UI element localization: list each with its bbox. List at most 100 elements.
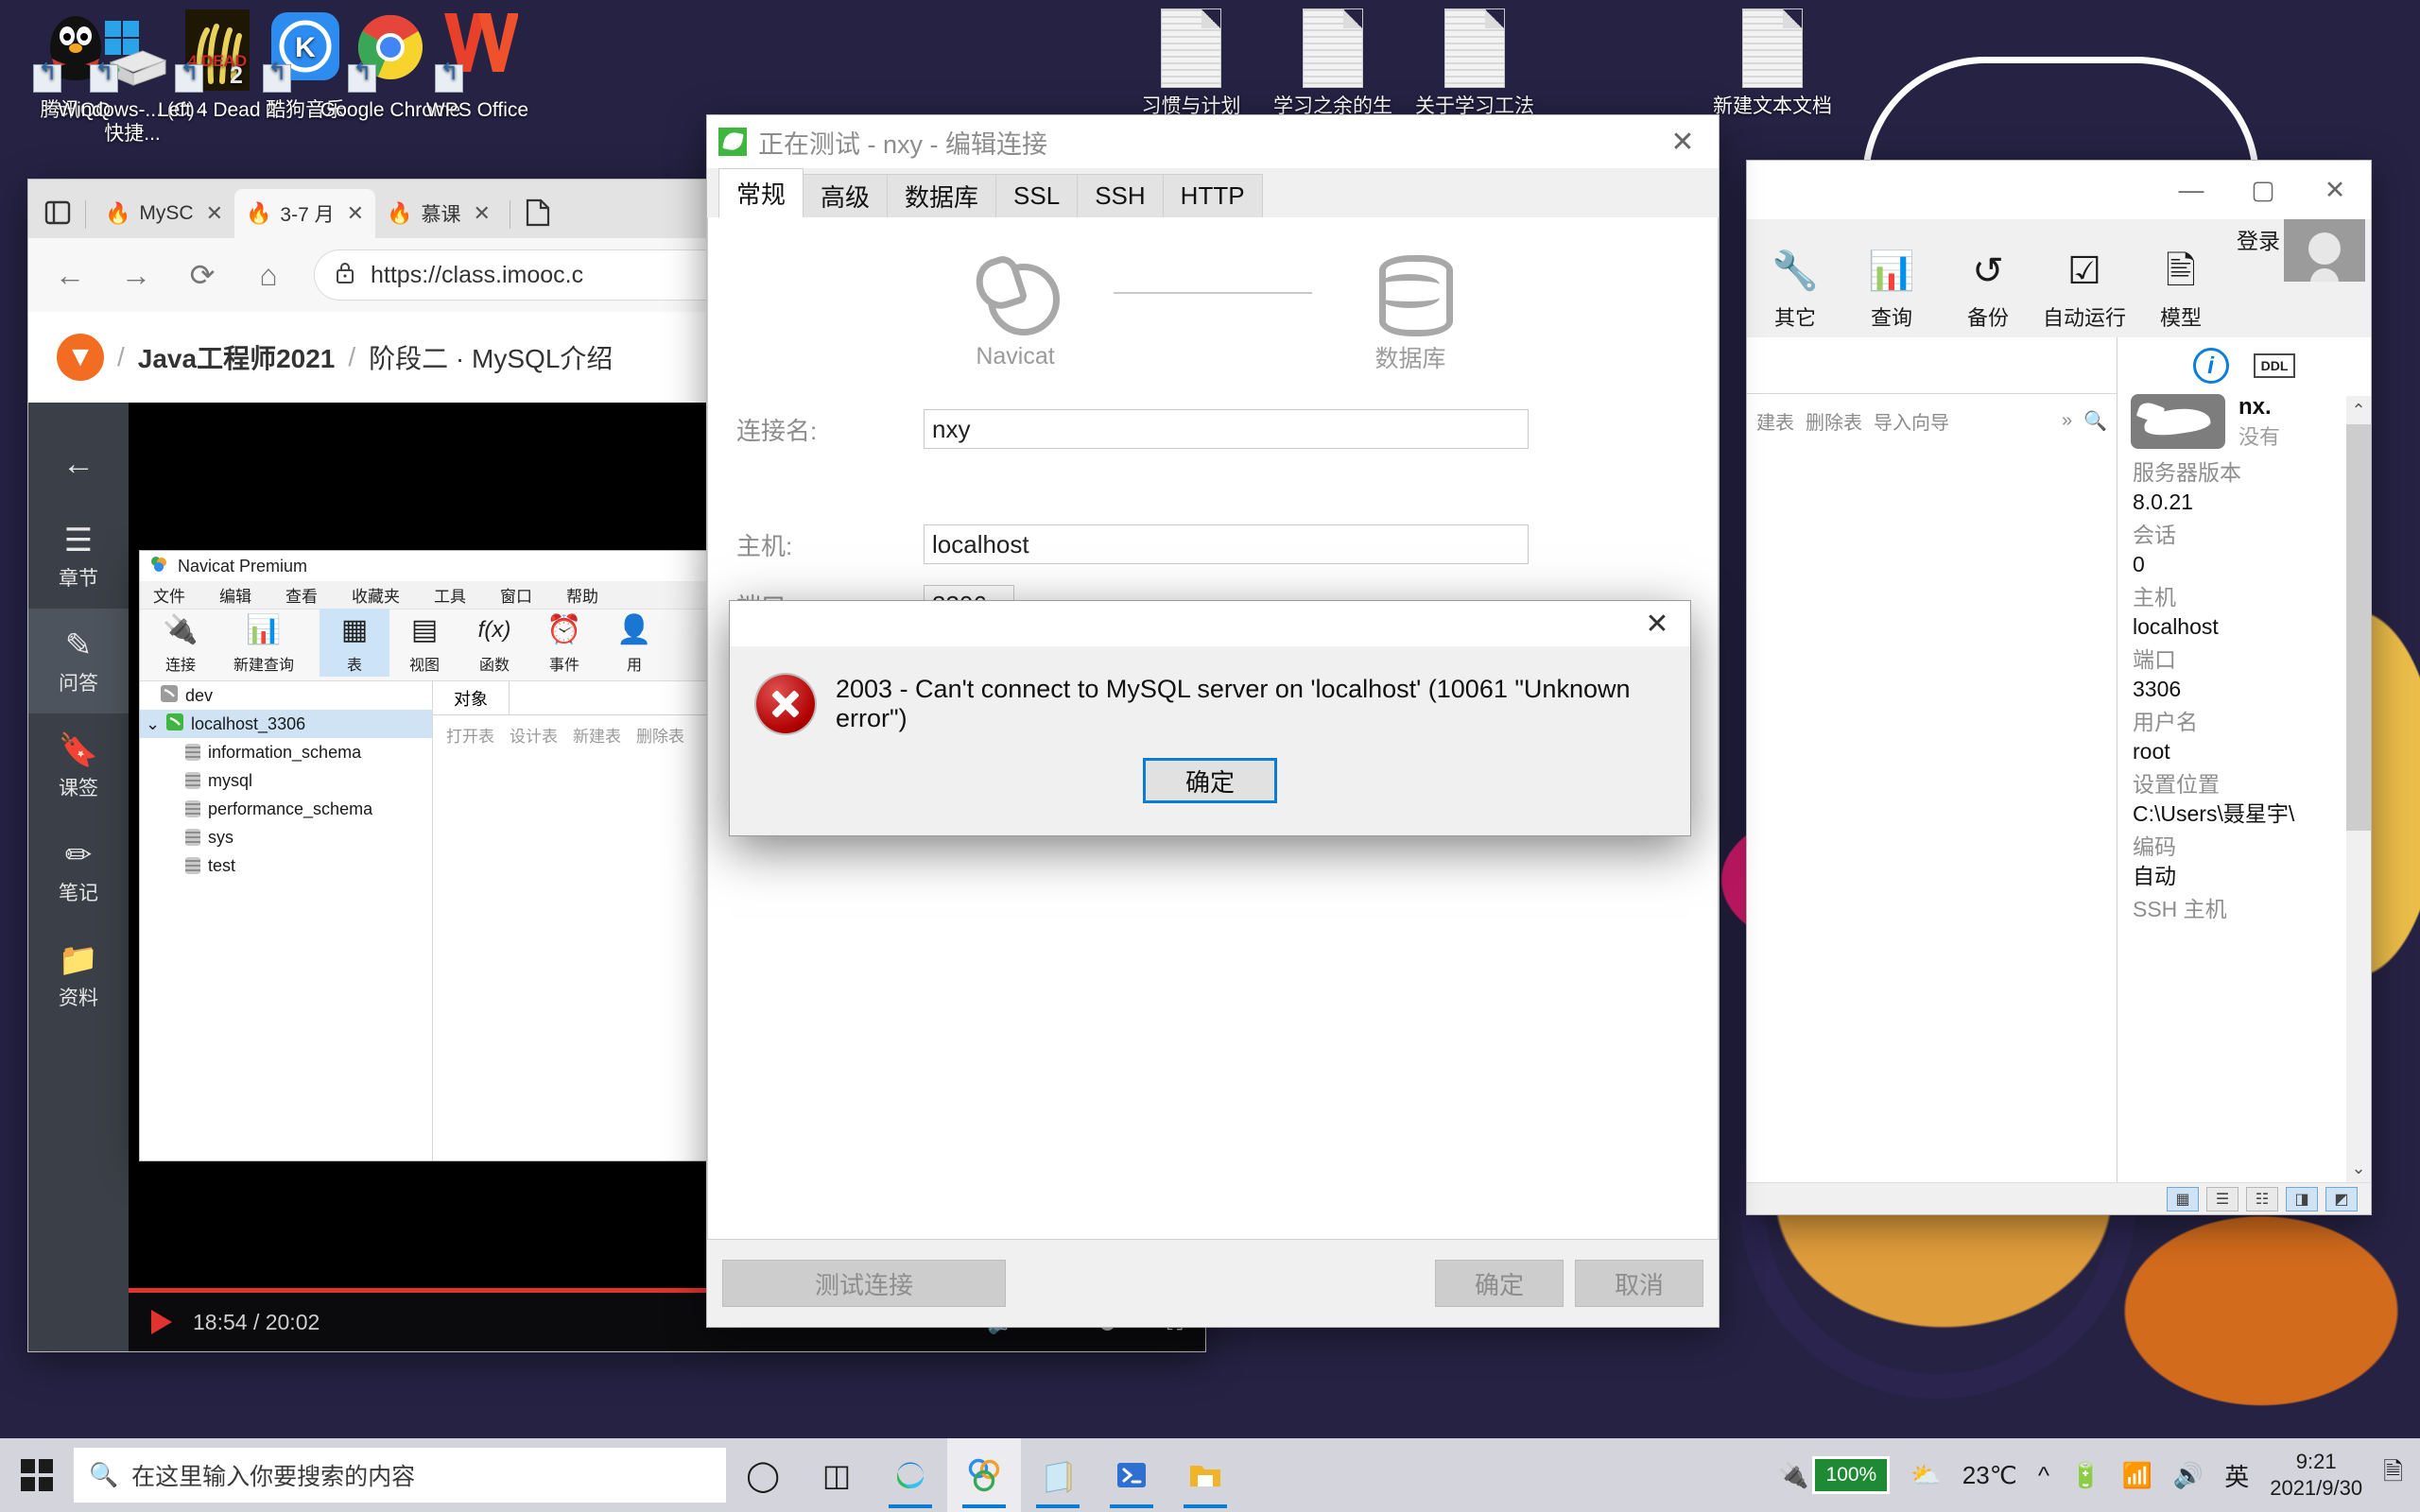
taskbar-notepad[interactable] <box>1021 1438 1095 1512</box>
toolbar-event[interactable]: ⏰ 事件 <box>529 609 599 677</box>
desktop-icon-doc-2[interactable]: 学习之余的生 <box>1257 6 1409 118</box>
tab-ssl[interactable]: SSL <box>995 174 1079 217</box>
grid-view-icon[interactable]: ▦ <box>2167 1186 2199 1211</box>
minimize-button[interactable]: — <box>2155 161 2227 219</box>
sidebar-item-chapters[interactable]: ☰ 章节 <box>28 504 129 609</box>
close-button[interactable]: ✕ <box>2299 161 2371 219</box>
toolbar-table[interactable]: ▦ 表 <box>320 609 389 677</box>
tree-item-test[interactable]: test <box>140 851 432 880</box>
new-tab-doc-icon[interactable] <box>518 193 558 232</box>
taskbar-cortana[interactable]: ◯ <box>726 1438 800 1512</box>
tab-list-icon[interactable] <box>38 193 78 232</box>
wifi-icon[interactable]: 📶 <box>2121 1461 2152 1490</box>
menu-favorites[interactable]: 收藏夹 <box>352 583 400 607</box>
chevron-down-icon[interactable]: ⌄ <box>146 714 160 734</box>
menu-file[interactable]: 文件 <box>153 583 185 607</box>
sidebar-item-notes[interactable]: ✏ 笔记 <box>28 818 129 923</box>
tray-overflow-chevron-icon[interactable]: ^ <box>2038 1461 2049 1490</box>
tree-item-localhost[interactable]: ⌄ localhost_3306 <box>140 710 432 738</box>
close-icon[interactable]: ✕ <box>1624 601 1690 646</box>
error-ok-button[interactable]: 确定 <box>1143 758 1277 803</box>
ribbon-automation[interactable]: ☑ 自动运行 <box>2036 241 2133 332</box>
scroll-up-icon[interactable]: ⌃ <box>2346 396 2371 424</box>
detail-view-icon[interactable]: ☷ <box>2246 1186 2278 1211</box>
login-link[interactable]: 登录 <box>2237 223 2280 255</box>
cancel-button[interactable]: 取消 <box>1575 1260 1703 1307</box>
action-delete-table[interactable]: 删除表 <box>1806 407 1862 435</box>
browser-tab-2[interactable]: 🔥 慕课 ✕ <box>375 189 502 238</box>
menu-edit[interactable]: 编辑 <box>219 583 251 607</box>
volume-icon[interactable]: 🔊 <box>2173 1461 2204 1490</box>
ribbon-query[interactable]: 📊 查询 <box>1843 241 1940 332</box>
ok-button[interactable]: 确定 <box>1435 1260 1564 1307</box>
action-import-wizard[interactable]: 导入向导 <box>1874 407 1949 435</box>
desktop-icon-doc-1[interactable]: 习惯与计划 <box>1115 6 1267 118</box>
tree-item-sys[interactable]: sys <box>140 823 432 851</box>
tab-database[interactable]: 数据库 <box>887 174 997 217</box>
object-tab[interactable]: 对象 <box>433 681 509 714</box>
ribbon-backup[interactable]: ↺ 备份 <box>1940 241 2036 332</box>
scroll-thumb[interactable] <box>2346 424 2371 831</box>
taskbar-powershell[interactable] <box>1095 1438 1168 1512</box>
ribbon-model[interactable]: 🖹 模型 <box>2133 241 2229 332</box>
toolbar-function[interactable]: f(x) 函数 <box>459 609 529 677</box>
close-tab-icon[interactable]: ✕ <box>206 201 223 226</box>
sidebar-item-back[interactable]: ← <box>28 427 129 504</box>
forward-button[interactable]: → <box>115 258 157 293</box>
left-pane-icon[interactable]: ◨ <box>2286 1186 2318 1211</box>
tab-general[interactable]: 常规 <box>718 168 804 217</box>
ddl-icon[interactable]: DDL <box>2253 353 2296 378</box>
chevron-double-right-icon[interactable]: » <box>2062 410 2072 432</box>
desktop-icon-doc-3[interactable]: 关于学习工法 <box>1399 6 1550 118</box>
ime-indicator[interactable]: 英 <box>2224 1458 2249 1493</box>
action-design-table[interactable]: 设计表 <box>510 723 558 747</box>
taskbar-search[interactable]: 🔍 在这里输入你要搜索的内容 <box>74 1448 726 1503</box>
avatar[interactable] <box>2284 219 2365 282</box>
action-new-table[interactable]: 建表 <box>1756 407 1794 435</box>
temperature[interactable]: 23℃ <box>1962 1461 2017 1490</box>
tab-ssh[interactable]: SSH <box>1077 174 1164 217</box>
home-button[interactable]: ⌂ <box>248 258 289 293</box>
toolbar-user[interactable]: 👤 用 <box>599 609 669 677</box>
info-panel-scrollbar[interactable]: ⌃ ⌄ <box>2346 396 2371 1182</box>
browser-tab-1[interactable]: 🔥 3-7 月 ✕ <box>234 189 376 238</box>
taskbar-navicat[interactable] <box>947 1438 1021 1512</box>
toolbar-view[interactable]: ▤ 视图 <box>389 609 459 677</box>
clock[interactable]: 9:21 2021/9/30 <box>2270 1449 2362 1502</box>
desktop-icon-doc-4[interactable]: 新建文本文档 <box>1697 6 1848 118</box>
battery-icon[interactable]: 🔋 <box>2070 1461 2100 1490</box>
menu-window[interactable]: 窗口 <box>500 583 532 607</box>
host-input[interactable]: localhost <box>924 524 1529 564</box>
info-circle-icon[interactable]: i <box>2192 348 2229 384</box>
test-connection-button[interactable]: 测试连接 <box>722 1260 1006 1307</box>
sidebar-item-bookmark[interactable]: 🔖 课签 <box>28 713 129 818</box>
play-icon[interactable] <box>151 1310 172 1334</box>
close-icon[interactable]: ✕ <box>1647 115 1719 168</box>
close-tab-icon[interactable]: ✕ <box>473 201 490 226</box>
reload-button[interactable]: ⟳ <box>182 257 223 293</box>
toolbar-connect[interactable]: 🔌 连接 <box>146 609 216 677</box>
breadcrumb-course[interactable]: Java工程师2021 <box>138 338 336 376</box>
tab-advanced[interactable]: 高级 <box>803 174 889 217</box>
ribbon-other[interactable]: 🔧 其它 <box>1747 241 1843 332</box>
sidebar-item-qa[interactable]: ✎ 问答 <box>28 609 129 713</box>
toolbar-new-query[interactable]: 📊 新建查询 <box>229 609 299 677</box>
menu-view[interactable]: 查看 <box>285 583 318 607</box>
start-button[interactable] <box>0 1438 74 1512</box>
action-open-table[interactable]: 打开表 <box>446 723 494 747</box>
action-delete-table[interactable]: 删除表 <box>636 723 684 747</box>
tree-item-performance-schema[interactable]: performance_schema <box>140 795 432 823</box>
power-plug-icon[interactable]: 🔌 100% <box>1778 1456 1891 1494</box>
tab-http[interactable]: HTTP <box>1162 174 1263 217</box>
list-view-icon[interactable]: ☰ <box>2206 1186 2238 1211</box>
menu-tools[interactable]: 工具 <box>434 583 466 607</box>
action-new-table[interactable]: 新建表 <box>573 723 621 747</box>
desktop-icon-wps[interactable]: WPS Office <box>402 6 553 122</box>
maximize-button[interactable]: ▢ <box>2227 161 2299 219</box>
notification-icon[interactable]: 🗎 <box>2383 1454 2403 1496</box>
cloud-icon[interactable]: ⛅ <box>1910 1461 1941 1490</box>
imooc-logo[interactable]: ▼ <box>57 334 104 381</box>
taskbar-edge[interactable] <box>873 1438 947 1512</box>
taskbar-file-explorer[interactable] <box>1168 1438 1242 1512</box>
browser-tab-0[interactable]: 🔥 MySC ✕ <box>94 189 234 238</box>
